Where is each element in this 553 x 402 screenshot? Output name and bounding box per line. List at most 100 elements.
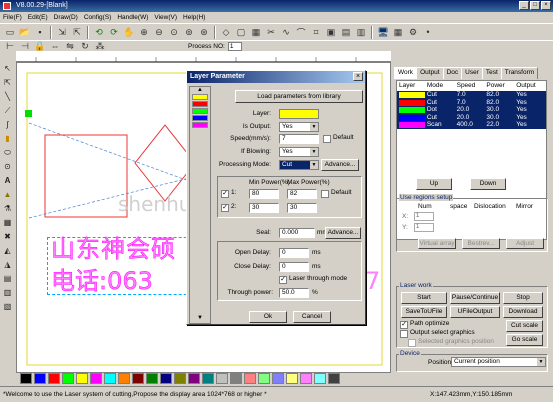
list-down-arrow-icon[interactable]: ▼ <box>190 315 210 321</box>
frame-icon[interactable]: ◇ <box>219 25 233 39</box>
tab-test[interactable]: Test <box>481 67 502 79</box>
cut-icon[interactable]: ✂ <box>264 25 278 39</box>
layer-tool-icon[interactable]: ▥ <box>2 287 14 299</box>
image-tool-icon[interactable]: ▲ <box>2 189 14 201</box>
zoom-out-icon[interactable]: ⊖ <box>152 25 166 39</box>
advance-button[interactable]: Advance... <box>321 159 359 171</box>
processing-mode-select[interactable]: Cut ▼ <box>279 160 319 170</box>
palette-swatch[interactable] <box>118 372 130 384</box>
palette-swatch[interactable] <box>328 372 340 384</box>
dialog-close-button[interactable]: × <box>353 72 363 81</box>
pattern-tool-icon[interactable]: ▤ <box>2 273 14 285</box>
menu-config[interactable]: Config(S) <box>84 12 111 23</box>
palette-swatch[interactable] <box>146 372 158 384</box>
layer-row[interactable]: Scan 400.0 22.0 Yes <box>397 121 546 129</box>
download-button[interactable]: Download <box>503 306 543 318</box>
array-icon[interactable]: ⁂ <box>93 41 107 51</box>
zoom-fit-icon[interactable]: ⊙ <box>167 25 181 39</box>
align-right-icon[interactable]: ⊣ <box>18 41 32 51</box>
save-file-icon[interactable]: ▪ <box>33 25 47 39</box>
seal-input[interactable]: 0.000 <box>279 228 315 238</box>
layer-row[interactable]: Dot 20.0 30.0 Yes <box>397 106 546 114</box>
array-y-num[interactable]: 1 <box>414 223 434 232</box>
delete-tool-icon[interactable]: ✖ <box>2 231 14 243</box>
table-icon[interactable]: ▦ <box>391 25 405 39</box>
power2-max-input[interactable]: 30 <box>287 203 317 213</box>
undo-icon[interactable]: ⟲ <box>92 25 106 39</box>
tab-work[interactable]: Work <box>394 67 418 79</box>
dialog-layer-list[interactable]: ▲ ▼ <box>189 86 211 324</box>
cut-scale-button[interactable]: Cut scale <box>506 320 543 332</box>
new-file-icon[interactable]: ▭ <box>3 25 17 39</box>
dialog-layer-color[interactable] <box>192 101 208 107</box>
if-blowing-select[interactable]: Yes ▼ <box>279 147 319 157</box>
curve-icon[interactable]: ⌒ <box>294 25 308 39</box>
tab-doc[interactable]: Doc <box>442 67 463 79</box>
text-tool-icon[interactable]: A <box>2 175 14 187</box>
dialog-layer-color[interactable] <box>192 108 208 114</box>
smooth-icon[interactable]: ∿ <box>279 25 293 39</box>
start-button[interactable]: Start <box>401 292 447 304</box>
ufile-output-button[interactable]: UFileOutput <box>450 306 500 318</box>
open-file-icon[interactable]: 📂 <box>18 25 32 39</box>
tab-output[interactable]: Output <box>416 67 444 79</box>
power2-min-input[interactable]: 30 <box>249 203 279 213</box>
palette-swatch[interactable] <box>244 372 256 384</box>
bestrev-button[interactable]: Bestrev... <box>462 238 500 249</box>
close-button[interactable]: × <box>541 1 551 10</box>
palette-swatch[interactable] <box>48 372 60 384</box>
pause-continue-button[interactable]: Pause/Continue <box>450 292 500 304</box>
palette-swatch[interactable] <box>174 372 186 384</box>
palette-swatch[interactable] <box>230 372 242 384</box>
layer-row[interactable]: Cut 7.0 82.0 Yes <box>397 91 546 99</box>
menu-handle[interactable]: Handle(W) <box>117 12 148 23</box>
minimize-button[interactable]: _ <box>519 1 529 10</box>
position-select[interactable]: Current position ▼ <box>451 357 546 367</box>
node-icon[interactable]: ⌗ <box>309 25 323 39</box>
menu-edit[interactable]: Edit(E) <box>28 12 48 23</box>
size-icon[interactable]: ⇔ <box>48 41 62 51</box>
tri-tool-icon[interactable]: ◭ <box>2 245 14 257</box>
array-tool-icon[interactable]: ▦ <box>2 217 14 229</box>
rect-icon[interactable]: ▢ <box>234 25 248 39</box>
import-icon[interactable]: ⇲ <box>55 25 69 39</box>
node-edit-icon[interactable]: ⇱ <box>2 77 14 89</box>
stack-tool-icon[interactable]: ▧ <box>2 301 14 313</box>
menu-file[interactable]: File(F) <box>3 12 22 23</box>
mirror-icon[interactable]: ⇋ <box>63 41 77 51</box>
palette-swatch[interactable] <box>258 372 270 384</box>
palette-swatch[interactable] <box>20 372 32 384</box>
palette-swatch[interactable] <box>160 372 172 384</box>
adjust-button[interactable]: Adjust <box>506 238 544 249</box>
offset-icon[interactable]: ▣ <box>324 25 338 39</box>
selected-graphics-checkbox[interactable] <box>408 339 416 347</box>
process-no-input[interactable]: 1 <box>227 41 242 51</box>
layer-row[interactable]: Cut 20.0 30.0 Yes <box>397 113 546 121</box>
palette-swatch[interactable] <box>104 372 116 384</box>
palette-swatch[interactable] <box>272 372 284 384</box>
cancel-button[interactable]: Cancel <box>293 311 331 323</box>
speed-input[interactable]: 7 <box>279 134 319 144</box>
palette-swatch[interactable] <box>216 372 228 384</box>
monitor-icon[interactable]: 🖥 <box>376 25 390 39</box>
array-x-num[interactable]: 1 <box>414 212 434 221</box>
align-left-icon[interactable]: ⊢ <box>3 41 17 51</box>
go-scale-button[interactable]: Go scale <box>506 334 543 346</box>
palette-swatch[interactable] <box>34 372 46 384</box>
zoom-page-icon[interactable]: ⊚ <box>182 25 196 39</box>
dot-icon[interactable]: • <box>421 25 435 39</box>
palette-swatch[interactable] <box>76 372 88 384</box>
close-delay-input[interactable]: 0 <box>279 262 309 272</box>
down-button[interactable]: Down <box>470 178 506 190</box>
laser-through-checkbox[interactable]: ✓ <box>279 276 287 284</box>
stop-button[interactable]: Stop <box>503 292 543 304</box>
power-default-checkbox[interactable] <box>321 190 329 198</box>
zoom-in-icon[interactable]: ⊕ <box>137 25 151 39</box>
dot-tool-icon[interactable]: ⊙ <box>2 161 14 173</box>
select-arrow-icon[interactable]: ↖ <box>2 63 14 75</box>
tab-transform[interactable]: Transform <box>500 67 539 79</box>
is-output-select[interactable]: Yes ▼ <box>279 122 319 132</box>
order-icon[interactable]: ▤ <box>339 25 353 39</box>
power2-checkbox[interactable]: ✓ <box>221 204 229 212</box>
rect-tool-icon[interactable]: ▮ <box>2 133 14 145</box>
